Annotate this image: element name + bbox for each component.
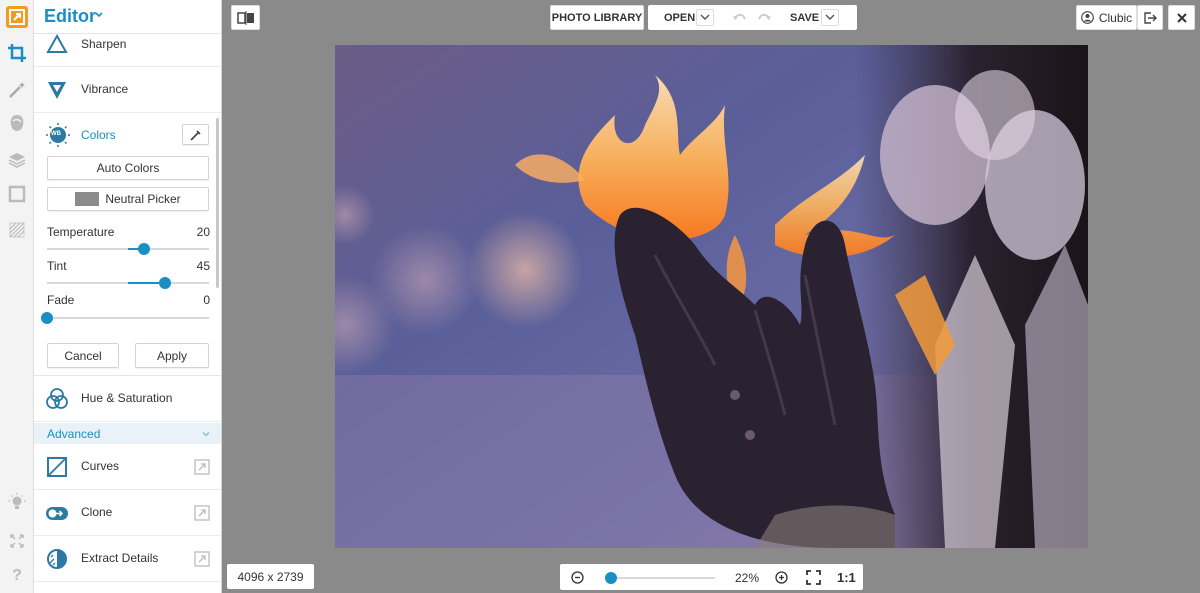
- zoom-in-icon[interactable]: [775, 571, 788, 584]
- triangle-icon: [46, 33, 68, 53]
- zoom-out-icon[interactable]: [571, 571, 584, 584]
- tool-label: Clone: [81, 505, 113, 519]
- eyedropper-icon: [189, 129, 201, 141]
- tool-sharpen[interactable]: Sharpen: [34, 21, 221, 67]
- temperature-value: 20: [196, 225, 210, 239]
- advanced-label: Advanced: [47, 427, 101, 441]
- tool-rail: ?: [0, 0, 34, 593]
- premium-badge-icon: [194, 505, 210, 521]
- tool-label: Vibrance: [81, 82, 129, 96]
- fit-screen-icon[interactable]: [806, 570, 821, 585]
- slider-thumb[interactable]: [159, 277, 172, 289]
- slider-thumb[interactable]: [41, 312, 53, 324]
- premium-badge-icon: [194, 551, 210, 567]
- photo-library-button[interactable]: PHOTO LIBRARY: [550, 5, 644, 30]
- user-icon: [1080, 11, 1094, 24]
- image-dimensions: 4096 x 2739: [227, 564, 314, 589]
- zoom-slider[interactable]: [604, 572, 715, 584]
- tool-hue-saturation[interactable]: Hue & Saturation: [34, 376, 221, 422]
- texture-icon[interactable]: [5, 218, 29, 242]
- file-actions-group: OPEN SAVE: [648, 5, 857, 30]
- advanced-section-header[interactable]: Advanced: [34, 423, 221, 444]
- close-editor-button[interactable]: [1168, 5, 1195, 30]
- photo-canvas[interactable]: [335, 45, 1088, 548]
- tool-label: Curves: [81, 459, 120, 473]
- clone-icon: [46, 507, 68, 520]
- tint-slider[interactable]: [47, 277, 209, 289]
- zoom-slider-thumb[interactable]: [604, 572, 617, 584]
- neutral-swatch: [75, 192, 100, 206]
- neutral-picker-button[interactable]: Neutral Picker: [47, 187, 209, 211]
- tint-value: 45: [196, 259, 210, 273]
- undo-icon[interactable]: [732, 11, 748, 23]
- hue-saturation-icon: [46, 388, 68, 409]
- save-dropdown-button[interactable]: [821, 9, 839, 26]
- logout-icon: [1144, 11, 1157, 24]
- magic-wand-icon[interactable]: [5, 78, 29, 102]
- white-balance-label: WB: [51, 131, 61, 137]
- help-icon[interactable]: ?: [5, 564, 29, 588]
- auto-colors-button[interactable]: Auto Colors: [47, 156, 209, 180]
- fade-slider[interactable]: [41, 312, 209, 324]
- user-account-button[interactable]: Clubic: [1076, 5, 1137, 30]
- eyedropper-button[interactable]: [182, 124, 209, 145]
- close-icon: [1176, 12, 1187, 23]
- compare-toggle-button[interactable]: [231, 5, 260, 30]
- temperature-label: Temperature: [47, 225, 115, 239]
- lightbulb-icon[interactable]: [5, 490, 29, 514]
- compare-icon: [236, 10, 254, 25]
- apply-button[interactable]: Apply: [135, 343, 209, 368]
- chevron-down-icon: [202, 432, 210, 437]
- tool-curves[interactable]: Curves: [34, 444, 221, 490]
- colors-label[interactable]: Colors: [81, 128, 116, 142]
- tool-label: Extract Details: [81, 551, 159, 565]
- zoom-controls: 22% 1:1: [560, 564, 863, 590]
- slider-thumb[interactable]: [138, 243, 151, 255]
- premium-badge-icon: [194, 459, 210, 475]
- neutral-picker-label: Neutral Picker: [105, 192, 181, 206]
- extract-icon: [47, 549, 67, 569]
- user-name: Clubic: [1098, 10, 1133, 25]
- chevron-down-icon: [700, 14, 710, 20]
- photo-image: [335, 45, 1088, 548]
- colors-tool-expanded: WB Colors Auto Colors Neutral Picker Tem…: [34, 114, 221, 376]
- tool-vibrance[interactable]: Vibrance: [34, 67, 221, 113]
- actual-size-button[interactable]: 1:1: [837, 570, 856, 585]
- chevron-down-icon: [825, 14, 835, 20]
- layers-icon[interactable]: [5, 148, 29, 172]
- logo-icon[interactable]: [6, 6, 28, 28]
- vibrance-icon: [48, 82, 66, 99]
- save-button[interactable]: SAVE: [790, 12, 819, 24]
- open-dropdown-button[interactable]: [696, 9, 714, 26]
- tint-label: Tint: [47, 259, 67, 273]
- frame-icon[interactable]: [5, 182, 29, 206]
- cancel-button[interactable]: Cancel: [47, 343, 119, 368]
- chevron-down-icon[interactable]: [94, 10, 104, 20]
- open-button[interactable]: OPEN: [664, 12, 695, 24]
- panel-scrollbar[interactable]: [216, 118, 219, 288]
- expand-icon[interactable]: [5, 529, 29, 553]
- fade-label: Fade: [47, 293, 75, 307]
- tool-label: Hue & Saturation: [81, 391, 173, 405]
- tool-clone[interactable]: Clone: [34, 490, 221, 536]
- zoom-level: 22%: [735, 571, 760, 585]
- face-icon[interactable]: [5, 111, 29, 135]
- redo-icon[interactable]: [756, 11, 772, 23]
- fade-value: 0: [203, 293, 210, 307]
- tool-label: Sharpen: [81, 37, 127, 51]
- logout-button[interactable]: [1137, 5, 1163, 30]
- curves-icon: [47, 457, 67, 477]
- adjustments-panel: Editor Sharpen Vibrance WB Colors Auto C…: [34, 0, 222, 593]
- tool-extract-details[interactable]: Extract Details: [34, 536, 221, 582]
- temperature-slider[interactable]: [47, 243, 209, 255]
- crop-icon[interactable]: [5, 41, 29, 65]
